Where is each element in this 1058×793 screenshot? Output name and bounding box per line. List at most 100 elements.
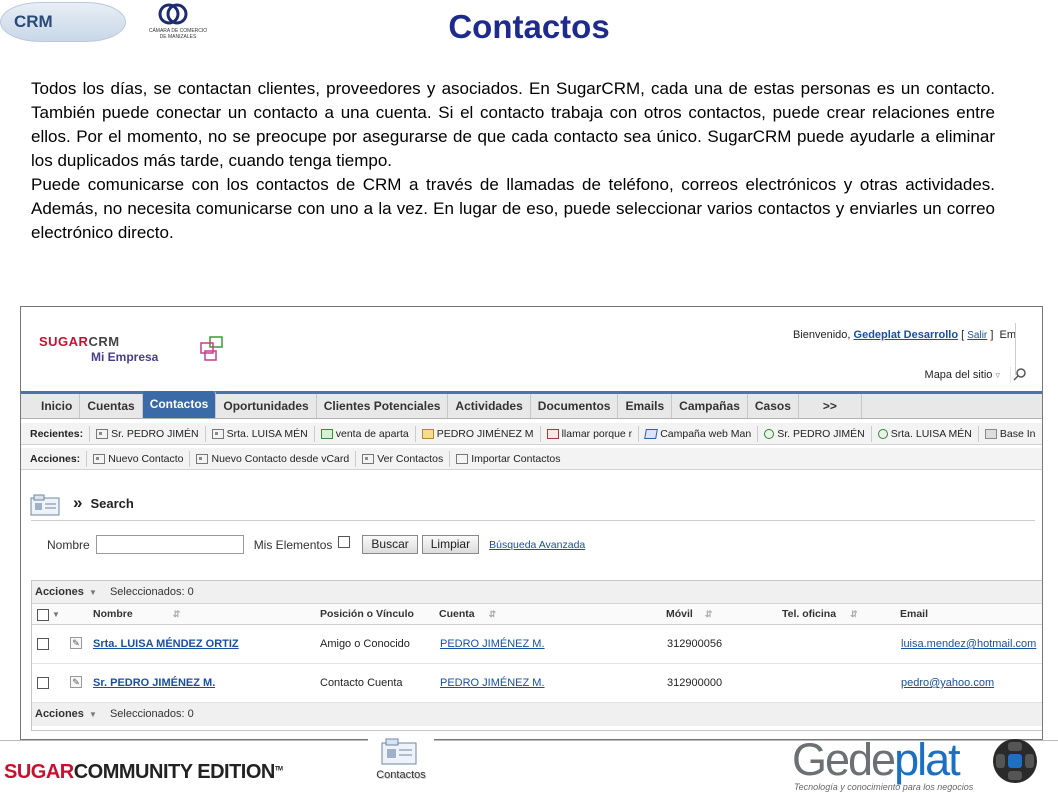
recent-item[interactable]: Campaña web Man [638,425,757,442]
recent-item[interactable]: Srta. LUISA MÉN [204,425,314,442]
slide-title: Contactos [448,8,610,45]
chevron-down-icon[interactable]: ▼ [52,604,60,625]
advanced-search-link[interactable]: Búsqueda Avanzada [489,539,585,551]
tab-clientes-potenciales[interactable]: Clientes Potenciales [317,394,449,418]
col-tel-oficina[interactable]: Tel. oficina ⇵ [782,604,858,625]
action-label: Ver Contactos [377,452,444,465]
view-contacts-action[interactable]: Ver Contactos [355,450,449,467]
sugar-community-logo: SUGARCOMMUNITY EDITIONTM [4,761,283,784]
actions-label: Acciones: [30,452,81,465]
edit-pencil-icon[interactable]: ✎ [70,637,82,649]
sugar-word: SUGAR [4,761,74,783]
site-map-label: Mapa del sitio [924,369,993,381]
sort-icon[interactable]: ⇵ [489,609,497,619]
recent-item[interactable]: PEDRO JIMÉNEZ M [414,425,540,442]
site-map[interactable]: Mapa del sitio ▿ [925,369,1000,381]
recent-item[interactable]: Base In [977,425,1042,442]
col-movil[interactable]: Móvil ⇵ [666,604,712,625]
recent-item[interactable]: llamar porque r [539,425,639,442]
body-text: Todos los días, se contactan clientes, p… [31,77,995,245]
sugarcrm-logo: SUGARCRM [39,334,120,349]
col-posicion[interactable]: Posición o Vínculo [320,604,414,625]
wrench-icon [984,428,997,439]
action-label: Nuevo Contacto [108,452,184,465]
new-contact-vcard-action[interactable]: Nuevo Contacto desde vCard [189,450,355,467]
recent-item[interactable]: Srta. LUISA MÉN [870,425,978,442]
mail-icon [546,428,559,439]
plat-word: plat [894,734,961,785]
col-cuenta[interactable]: Cuenta ⇵ [439,604,496,625]
tab-oportunidades[interactable]: Oportunidades [216,394,317,418]
folder-icon [421,428,434,439]
tab-emails[interactable]: Emails [618,394,673,418]
col-label: Móvil [666,608,693,620]
list-actions-menu[interactable]: Acciones [35,708,84,720]
email-link[interactable]: pedro@yahoo.com [901,677,994,689]
nombre-label: Nombre [47,537,90,552]
new-contact-icon [93,453,106,464]
campaign-icon [644,428,659,439]
posicion-cell: Contacto Cuenta [320,677,403,689]
row-checkbox[interactable] [37,677,49,689]
tab-casos[interactable]: Casos [748,394,799,418]
recent-item[interactable]: venta de aparta [313,425,415,442]
account-link[interactable]: PEDRO JIMÉNEZ M. [440,638,545,650]
tab-actividades[interactable]: Actividades [448,394,531,418]
welcome-bar: Bienvenido, Gedeplat Desarrollo [ Salir … [792,329,1017,341]
contact-name-link[interactable]: Srta. LUISA MÉNDEZ ORTIZ [93,638,239,650]
gedeplat-wordmark: Gedeplat [792,734,961,786]
header-cut-label[interactable]: Em [1000,329,1017,341]
module-tabs: Inicio Cuentas Contactos Oportunidades C… [21,391,1042,419]
sort-icon[interactable]: ⇵ [850,609,858,619]
community-edition-word: COMMUNITY EDITION [73,761,276,783]
tab-documentos[interactable]: Documentos [531,394,619,418]
col-label: Tel. oficina [782,608,837,620]
magnifier-icon [877,428,888,439]
raquo-icon: » [73,493,83,512]
recent-item[interactable]: Sr. PEDRO JIMÉN [757,425,871,442]
tab-cuentas[interactable]: Cuentas [80,394,143,418]
contact-name-link[interactable]: Sr. PEDRO JIMÉNEZ M. [93,677,215,689]
recent-item-label: PEDRO JIMÉNEZ M [436,427,534,440]
mis-elementos-checkbox[interactable] [338,535,351,548]
logout-link[interactable]: Salir [967,330,987,341]
tab-more[interactable]: >> [799,394,862,418]
email-link[interactable]: luisa.mendez@hotmail.com [901,638,1036,650]
action-label: Importar Contactos [471,452,561,465]
user-link[interactable]: Gedeplat Desarrollo [854,329,959,341]
recent-label: Recientes: [30,427,84,440]
sugarcrm-screenshot: SUGARCRM Mi Empresa Bienvenido, Gedeplat… [20,306,1043,740]
posicion-cell: Amigo o Conocido [320,638,410,650]
sort-icon[interactable]: ⇵ [705,609,713,619]
welcome-text: Bienvenido, [792,329,851,341]
recent-item[interactable]: Sr. PEDRO JIMÉN [89,425,205,442]
import-contacts-action[interactable]: Importar Contactos [449,450,566,467]
edit-pencil-icon[interactable]: ✎ [70,676,82,688]
selected-count: Seleccionados: 0 [109,708,194,720]
col-email[interactable]: Email [900,604,928,625]
contact-card-icon [211,428,224,439]
sort-icon[interactable]: ⇵ [173,609,181,619]
tab-inicio[interactable]: Inicio [34,394,81,418]
tab-contactos[interactable]: Contactos [142,391,217,418]
tab-campanas[interactable]: Campañas [672,394,748,418]
account-link[interactable]: PEDRO JIMÉNEZ M. [440,677,545,689]
contacts-module-icon [30,494,60,516]
buscar-button[interactable]: Buscar [362,535,418,554]
chevron-down-icon[interactable]: ▼ [89,588,97,597]
col-nombre[interactable]: Nombre ⇵ [93,604,180,625]
select-all-checkbox[interactable] [37,609,49,621]
nombre-input[interactable] [95,535,244,554]
list-actions-bar-bottom: Acciones ▼ Seleccionados: 0 [32,703,1042,726]
chevron-down-icon[interactable]: ▼ [89,710,97,719]
recent-item-label: Srta. LUISA MÉN [890,427,972,440]
col-label: Cuenta [439,608,475,620]
contacts-module-icon [381,738,417,765]
footer-module-label: Contactos [376,769,426,781]
row-checkbox[interactable] [37,638,49,650]
new-contact-action[interactable]: Nuevo Contacto [86,450,189,467]
list-actions-menu[interactable]: Acciones [35,586,84,598]
trademark-mark: TM [274,766,283,773]
limpiar-button[interactable]: Limpiar [421,535,480,554]
search-icon[interactable] [1010,365,1034,385]
